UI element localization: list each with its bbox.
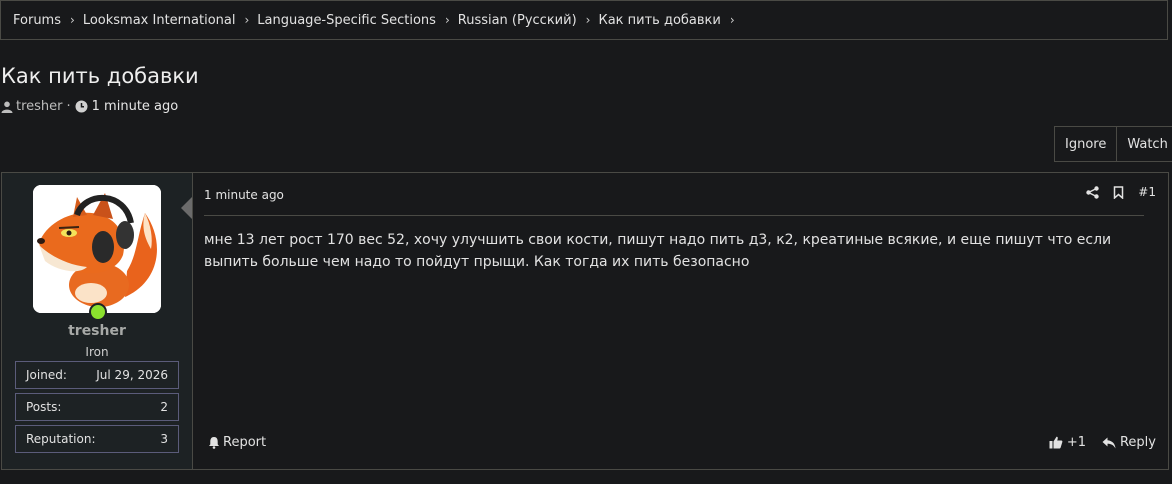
page-title: Как пить добавки [1, 64, 199, 88]
thread-author[interactable]: tresher [16, 99, 63, 114]
username[interactable]: tresher [2, 323, 192, 339]
avatar[interactable] [33, 185, 161, 313]
ignore-button[interactable]: Ignore [1055, 127, 1116, 161]
stat-label: Joined: [26, 368, 67, 382]
breadcrumb-label[interactable]: Как пить добавки [598, 13, 720, 28]
breadcrumb-label[interactable]: Looksmax International [83, 13, 236, 28]
chevron-right-icon: › [585, 13, 591, 27]
breadcrumb-item-thread[interactable]: Как пить добавки › [598, 13, 742, 28]
report-label: Report [223, 435, 267, 450]
breadcrumb-label[interactable]: Forums [13, 13, 61, 28]
stat-posts: Posts: 2 [15, 393, 179, 421]
breadcrumb: Forums › Looksmax International › Language… [0, 0, 1168, 40]
chevron-right-icon: › [444, 13, 450, 27]
stat-value: Jul 29, 2026 [96, 368, 168, 382]
report-button[interactable]: Report [208, 435, 266, 450]
breadcrumb-label[interactable]: Language-Specific Sections [257, 13, 436, 28]
post-content: 1 minute ago #1 мне 13 лет рост 170 вес … [204, 173, 1156, 469]
thumbs-up-icon [1049, 436, 1063, 449]
like-button[interactable]: +1 [1049, 435, 1086, 450]
bell-icon [208, 436, 220, 449]
post-user-panel: tresher Iron Joined: Jul 29, 2026 Posts:… [2, 173, 193, 469]
breadcrumb-label[interactable]: Russian (Русский) [458, 13, 577, 28]
reaction-count[interactable]: +1 [1067, 435, 1086, 450]
breadcrumb-item-forums[interactable]: Forums › [13, 13, 83, 28]
thread-meta: tresher · 1 minute ago [1, 99, 178, 114]
chevron-right-icon: › [70, 13, 75, 27]
post: tresher Iron Joined: Jul 29, 2026 Posts:… [1, 172, 1169, 470]
reply-icon [1102, 437, 1116, 449]
post-body: мне 13 лет рост 170 вес 52, хочу улучшит… [204, 232, 1112, 270]
breadcrumb-item-russian[interactable]: Russian (Русский) › [458, 13, 599, 28]
post-number[interactable]: #1 [1138, 185, 1156, 199]
meta-separator: · [66, 99, 71, 114]
watch-button[interactable]: Watch [1116, 127, 1172, 161]
bookmark-icon[interactable] [1113, 185, 1124, 199]
stat-label: Posts: [26, 400, 62, 414]
stat-joined: Joined: Jul 29, 2026 [15, 361, 179, 389]
stat-value: 3 [160, 432, 168, 446]
stat-value: 2 [160, 400, 168, 414]
breadcrumb-item-looksmax[interactable]: Looksmax International › [83, 13, 257, 28]
user-icon [1, 101, 13, 113]
post-arrow [181, 197, 192, 219]
reply-button[interactable]: Reply [1102, 435, 1156, 450]
stat-label: Reputation: [26, 432, 96, 446]
post-time[interactable]: 1 minute ago [204, 188, 284, 202]
user-title: Iron [85, 345, 109, 359]
chevron-right-icon: › [244, 13, 250, 27]
post-actions: #1 [1086, 185, 1156, 199]
thread-actions: Ignore Watch [1054, 126, 1172, 162]
stat-reputation: Reputation: 3 [15, 425, 179, 453]
thread-time[interactable]: 1 minute ago [92, 99, 179, 114]
post-divider [204, 215, 1144, 216]
chevron-right-icon: › [729, 13, 735, 27]
online-indicator [89, 303, 107, 321]
breadcrumb-item-language[interactable]: Language-Specific Sections › [257, 13, 457, 28]
share-icon[interactable] [1086, 185, 1099, 199]
post-footer-actions: +1 Reply [1049, 435, 1156, 450]
clock-icon [75, 100, 88, 113]
reply-label: Reply [1119, 435, 1156, 450]
